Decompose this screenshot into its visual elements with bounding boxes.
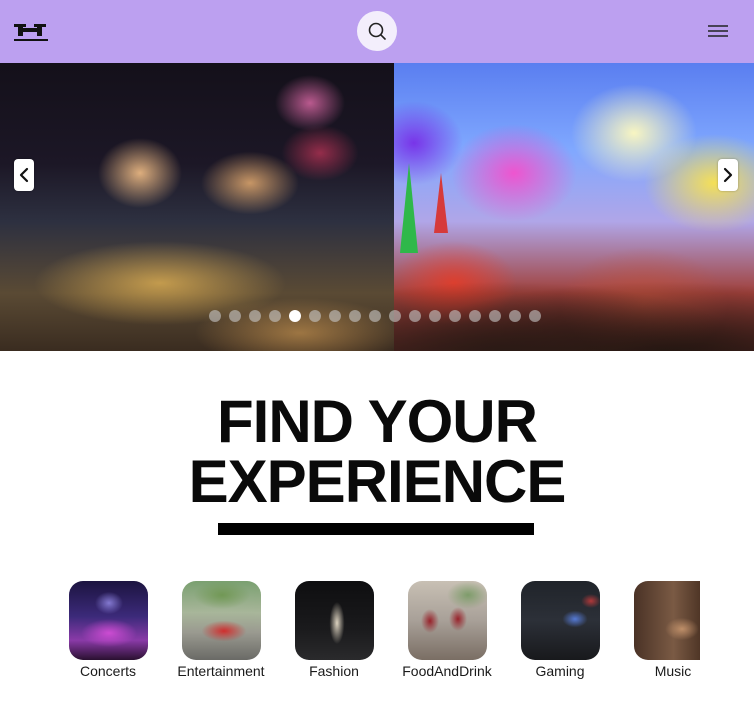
search-icon: [368, 22, 386, 40]
carousel-dot[interactable]: [309, 310, 321, 322]
h-logo-icon[interactable]: [14, 22, 48, 42]
category-thumbnail-foodanddrink: [407, 581, 487, 660]
carousel-dots: [209, 310, 541, 322]
festival-flag: [400, 163, 418, 253]
category-item-entertainment[interactable]: Entertainment: [171, 581, 271, 679]
category-item-gaming[interactable]: Gaming: [510, 581, 610, 679]
category-thumbnail-concerts: [68, 581, 148, 660]
category-label: Concerts: [79, 663, 137, 679]
category-item-foodanddrink[interactable]: FoodAndDrink: [397, 581, 497, 679]
category-label: Entertainment: [177, 663, 265, 679]
category-item-music[interactable]: Music: [623, 581, 700, 679]
carousel-dot[interactable]: [249, 310, 261, 322]
festival-flag: [434, 173, 448, 233]
chevron-right-icon: [723, 167, 733, 183]
carousel-dot[interactable]: [509, 310, 521, 322]
category-label: Gaming: [535, 663, 585, 679]
carousel-next-button[interactable]: [718, 159, 738, 191]
carousel-dot[interactable]: [329, 310, 341, 322]
carousel-dot[interactable]: [389, 310, 401, 322]
category-item-concerts[interactable]: Concerts: [64, 581, 158, 679]
category-thumbnail-music: [633, 581, 700, 660]
headline-line-1: FIND YOUR: [217, 388, 538, 455]
carousel-slide-fireworks: [0, 63, 394, 351]
carousel-dot[interactable]: [449, 310, 461, 322]
carousel-dot[interactable]: [469, 310, 481, 322]
top-navigation-bar: [0, 0, 754, 63]
category-label: Music: [654, 663, 692, 679]
category-list: Concerts Entertainment Fashion FoodAndDr…: [64, 581, 700, 681]
headline-underline: [218, 523, 534, 535]
search-button[interactable]: [357, 11, 397, 51]
carousel-dot[interactable]: [429, 310, 441, 322]
carousel-dot[interactable]: [229, 310, 241, 322]
category-item-fashion[interactable]: Fashion: [284, 581, 384, 679]
carousel-dot[interactable]: [289, 310, 301, 322]
hamburger-menu-button[interactable]: [706, 22, 730, 40]
carousel-dot[interactable]: [489, 310, 501, 322]
category-thumbnail-fashion: [294, 581, 374, 660]
page-headline: FIND YOUR EXPERIENCE: [0, 392, 754, 512]
headline-line-2: EXPERIENCE: [188, 448, 567, 515]
chevron-left-icon: [19, 167, 29, 183]
carousel-slide-color-festival: [394, 63, 754, 351]
category-label: Fashion: [309, 663, 359, 679]
category-thumbnail-gaming: [520, 581, 600, 660]
carousel-dot[interactable]: [209, 310, 221, 322]
carousel-dot[interactable]: [349, 310, 361, 322]
category-label: FoodAndDrink: [402, 663, 492, 679]
hamburger-menu-icon: [708, 25, 728, 37]
hero-carousel: [0, 63, 754, 351]
category-thumbnail-entertainment: [181, 581, 261, 660]
carousel-prev-button[interactable]: [14, 159, 34, 191]
carousel-dot[interactable]: [269, 310, 281, 322]
carousel-dot[interactable]: [369, 310, 381, 322]
carousel-dot[interactable]: [409, 310, 421, 322]
carousel-dot[interactable]: [529, 310, 541, 322]
